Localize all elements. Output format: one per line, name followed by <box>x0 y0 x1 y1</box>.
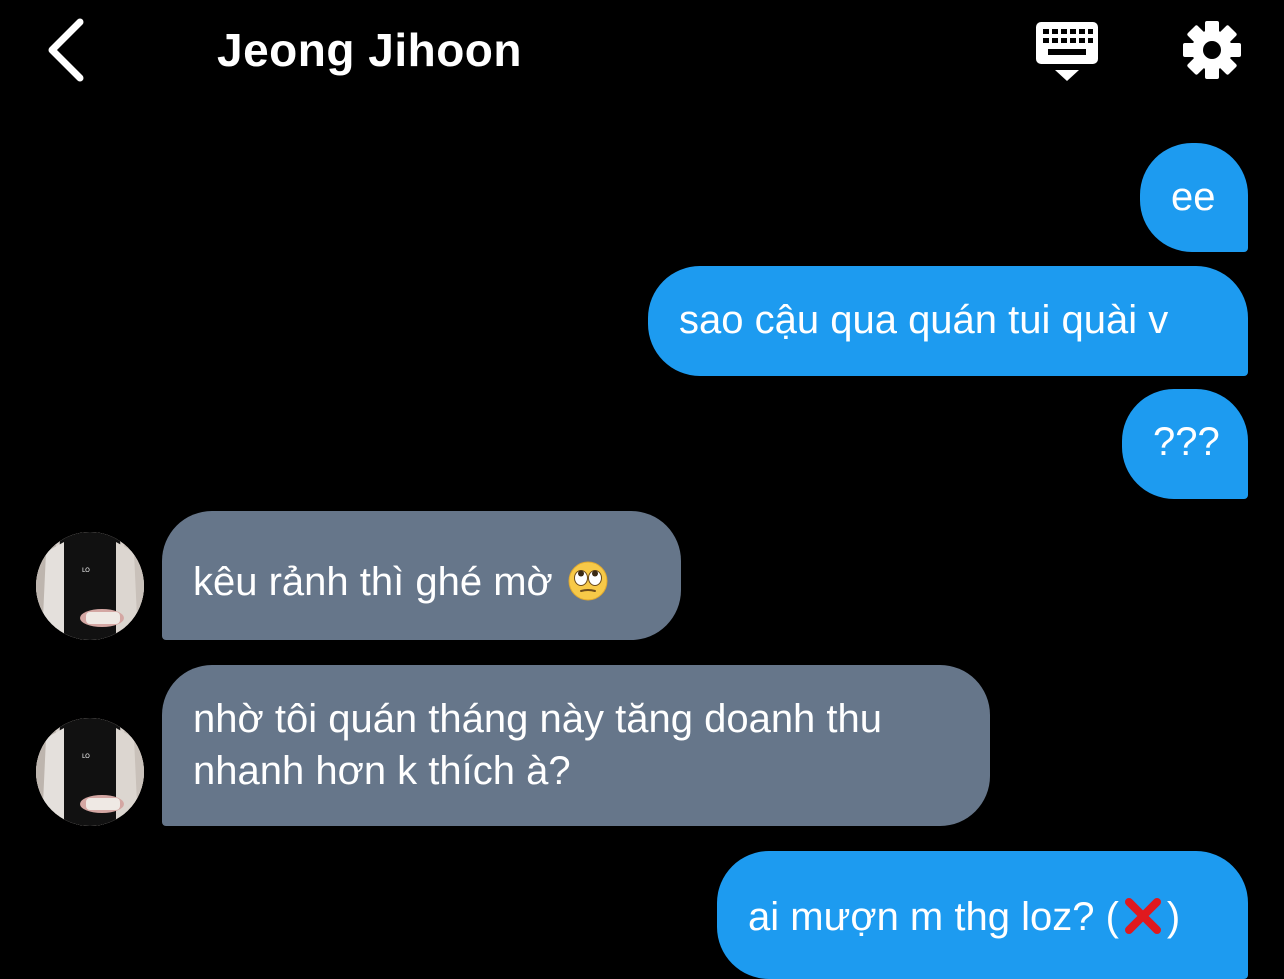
message-text: kêu rảnh thì ghé mờ <box>193 556 681 608</box>
message-text: ai mượn m thg loz? () <box>748 895 1181 939</box>
message-bubble-sent[interactable]: ee <box>1140 143 1248 252</box>
avatar[interactable]: LO <box>36 532 144 640</box>
avatar-photo: LO <box>36 718 144 826</box>
keyboard-button[interactable] <box>1032 18 1104 86</box>
message-bubble-received[interactable]: nhờ tôi quán tháng này tăng doanh thu nh… <box>162 665 990 826</box>
chat-header: Jeong Jihoon <box>0 0 1284 100</box>
chevron-left-icon <box>48 18 84 82</box>
message-text: ??? <box>1153 420 1220 464</box>
back-button[interactable] <box>36 14 100 86</box>
message-text: sao cậu qua quán tui quài v <box>679 298 1169 342</box>
settings-button[interactable] <box>1178 16 1246 84</box>
gear-icon <box>1183 21 1241 79</box>
avatar-photo: LO <box>36 532 144 640</box>
message-bubble-sent[interactable]: sao cậu qua quán tui quài v <box>648 266 1248 376</box>
cross-mark-emoji-icon <box>1124 898 1161 934</box>
avatar[interactable]: LO <box>36 718 144 826</box>
conversation-title: Jeong Jihoon <box>217 24 522 76</box>
keyboard-icon <box>1036 22 1098 81</box>
message-bubble-sent[interactable]: ai mượn m thg loz? () <box>717 851 1248 979</box>
eye-roll-emoji-icon <box>568 561 608 601</box>
message-bubble-received[interactable]: kêu rảnh thì ghé mờ <box>162 511 681 640</box>
message-text: ee <box>1171 175 1216 219</box>
shirt-logo: LO <box>82 567 90 574</box>
message-bubble-sent[interactable]: ??? <box>1122 389 1248 499</box>
message-text: nhờ tôi quán tháng này tăng doanh thu nh… <box>193 697 883 793</box>
shirt-logo: LO <box>82 753 90 760</box>
